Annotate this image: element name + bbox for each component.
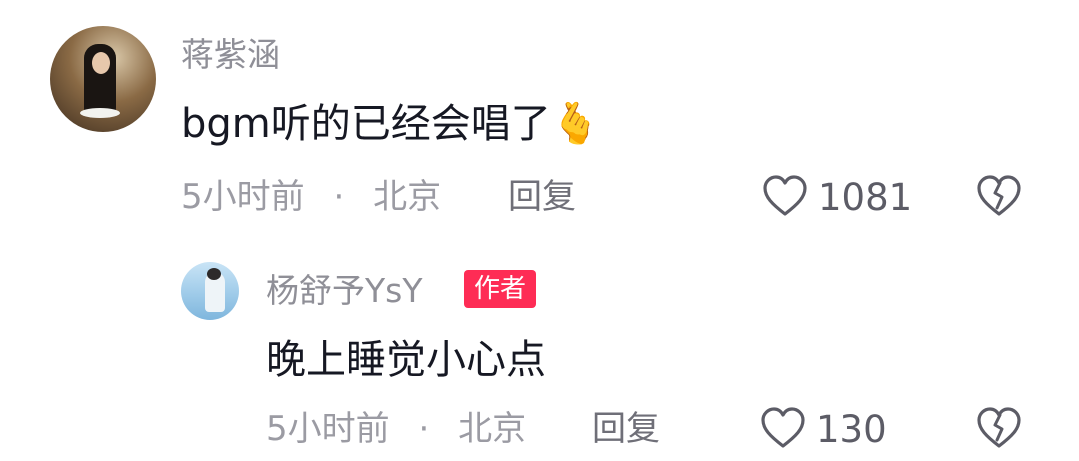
meta-separator: · <box>418 409 430 449</box>
like-heart-icon[interactable] <box>760 406 806 450</box>
finger-heart-emoji: 🫰 <box>550 101 601 147</box>
like-count: 1081 <box>818 176 913 219</box>
dislike-broken-heart-icon[interactable] <box>976 174 1022 218</box>
reply-text: 晚上睡觉小心点 <box>266 337 546 383</box>
avatar-hair <box>207 268 221 280</box>
like-heart-icon[interactable] <box>762 174 808 218</box>
reply-time: 5小时前 <box>266 409 390 449</box>
comment-body: bgm听的已经会唱了 <box>181 101 551 147</box>
commenter-avatar[interactable] <box>50 26 156 132</box>
reply-button[interactable]: 回复 <box>592 412 660 446</box>
reply-avatar[interactable] <box>181 262 239 320</box>
meta-separator: · <box>333 177 345 217</box>
reply-location: 北京 <box>458 409 527 449</box>
reply-button[interactable]: 回复 <box>508 180 576 214</box>
avatar-plate <box>80 108 120 118</box>
comment-time: 5小时前 <box>181 177 305 217</box>
avatar-face <box>92 52 110 74</box>
comment-meta: 5小时前 · 北京 <box>181 180 441 214</box>
reply-meta: 5小时前 · 北京 <box>266 412 526 446</box>
comment-location: 北京 <box>373 177 442 217</box>
author-badge: 作者 <box>464 270 537 308</box>
commenter-username[interactable]: 蒋紫涵 <box>181 38 280 71</box>
comment-text: bgm听的已经会唱了🫰 <box>181 104 601 144</box>
reply-like-count: 130 <box>816 408 887 451</box>
reply-username[interactable]: 杨舒予YsY <box>266 274 423 307</box>
dislike-broken-heart-icon[interactable] <box>976 406 1022 450</box>
